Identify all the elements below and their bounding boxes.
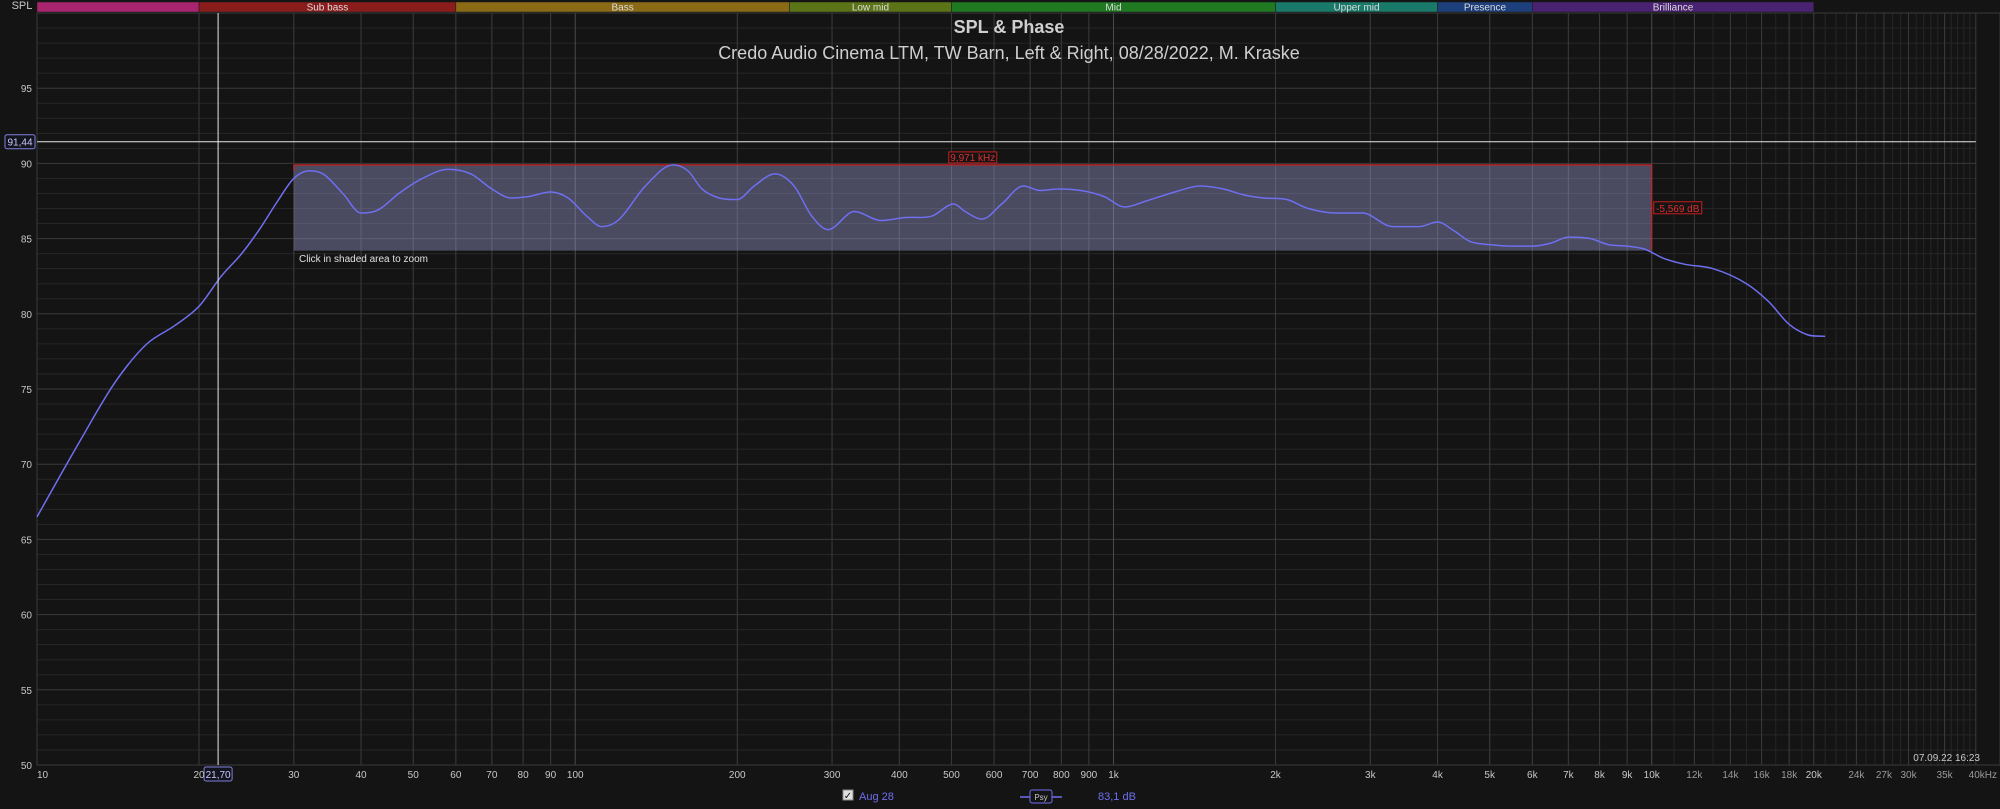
x-tick-label: 30: [288, 770, 300, 781]
x-tick-label: 800: [1053, 770, 1070, 781]
x-tick-label: 80: [518, 770, 530, 781]
x-tick-label: 24k: [1848, 770, 1865, 781]
x-tick-label: 50: [408, 770, 420, 781]
x-tick-label: 20k: [1806, 770, 1823, 781]
chart-title: SPL & Phase: [954, 17, 1065, 37]
x-tick-label: 40: [355, 770, 367, 781]
timestamp: 07.09.22 16:23: [1913, 753, 1980, 764]
y-tick-label: 95: [21, 84, 33, 95]
x-tick-label: 14k: [1722, 770, 1739, 781]
y-tick-label: 80: [21, 310, 33, 321]
x-tick-label: 10k: [1644, 770, 1661, 781]
cursor-freq-label: 21,70: [206, 770, 231, 781]
x-tick-label: 4k: [1432, 770, 1444, 781]
zoom-hint: Click in shaded area to zoom: [299, 254, 428, 265]
x-tick-label: 2k: [1270, 770, 1282, 781]
cursor-db-label: 91,44: [7, 138, 32, 149]
x-tick-label: 5k: [1484, 770, 1496, 781]
x-tick-label: 900: [1081, 770, 1098, 781]
x-tick-label: 3k: [1365, 770, 1377, 781]
y-tick-label: 90: [21, 159, 33, 170]
x-tick-label: 8k: [1594, 770, 1606, 781]
x-tick-label: 400: [891, 770, 908, 781]
selection-shade[interactable]: [293, 164, 1652, 251]
x-tick-label: 9k: [1622, 770, 1634, 781]
y-tick-label: 75: [21, 385, 33, 396]
x-tick-label: 70: [486, 770, 498, 781]
x-tick-label: 600: [986, 770, 1003, 781]
y-tick-label: 55: [21, 686, 33, 697]
x-tick-label: 6k: [1527, 770, 1539, 781]
x-tick-label: 7k: [1563, 770, 1575, 781]
x-tick-label: 500: [943, 770, 960, 781]
legend-value: 83,1 dB: [1098, 791, 1136, 803]
band-label-1: Sub bass: [307, 3, 349, 14]
x-tick-label: 35k: [1937, 770, 1954, 781]
band-label-7: Brilliance: [1653, 3, 1694, 14]
x-tick-label: 30k: [1900, 770, 1917, 781]
legend-checkbox-mark: ✓: [844, 791, 852, 802]
x-tick-label: 700: [1022, 770, 1039, 781]
y-tick-label: 65: [21, 535, 33, 546]
frequency-bands: Sub bass Bass Low mid Mid Upper mid Presence B…: [36, 1, 1815, 14]
selection-db-label: -5,569 dB: [1656, 204, 1700, 215]
x-tick-label: 12k: [1686, 770, 1703, 781]
y-tick-label: 50: [21, 761, 33, 772]
band-label-3: Low mid: [852, 3, 889, 14]
band-0[interactable]: [36, 1, 200, 13]
x-tick-label: 10: [37, 770, 49, 781]
chart-subtitle: Credo Audio Cinema LTM, TW Barn, Left & …: [718, 43, 1300, 63]
smoothing-label: Psy: [1034, 793, 1047, 802]
x-tick-label: 100: [567, 770, 584, 781]
selection-freq-label: 9,971 kHz: [950, 153, 995, 164]
x-tick-label: 60: [450, 770, 462, 781]
band-label-5: Upper mid: [1333, 3, 1379, 14]
band-label-6: Presence: [1464, 3, 1507, 14]
band-label-2: Bass: [612, 3, 634, 14]
x-tick-label: 90: [545, 770, 557, 781]
x-tick-label: 300: [824, 770, 841, 781]
y-tick-label: 60: [21, 611, 33, 622]
x-tick-label: 1k: [1108, 770, 1120, 781]
x-tick-label: 40kHz: [1969, 770, 1997, 781]
y-tick-label: 85: [21, 235, 33, 246]
selection-region[interactable]: 9,971 kHz -5,569 dB: [293, 151, 1703, 251]
x-tick-label: 27k: [1876, 770, 1893, 781]
x-tick-label: 200: [729, 770, 746, 781]
legend-series-name[interactable]: Aug 28: [859, 791, 894, 803]
spl-chart[interactable]: Sub bass Bass Low mid Mid Upper mid Presence B…: [0, 0, 2000, 809]
band-label-4: Mid: [1105, 3, 1121, 14]
x-tick-label: 16k: [1754, 770, 1771, 781]
axis-label: SPL: [12, 0, 33, 12]
y-tick-label: 70: [21, 460, 33, 471]
x-tick-label: 18k: [1781, 770, 1798, 781]
x-tick-label: 20: [193, 770, 205, 781]
